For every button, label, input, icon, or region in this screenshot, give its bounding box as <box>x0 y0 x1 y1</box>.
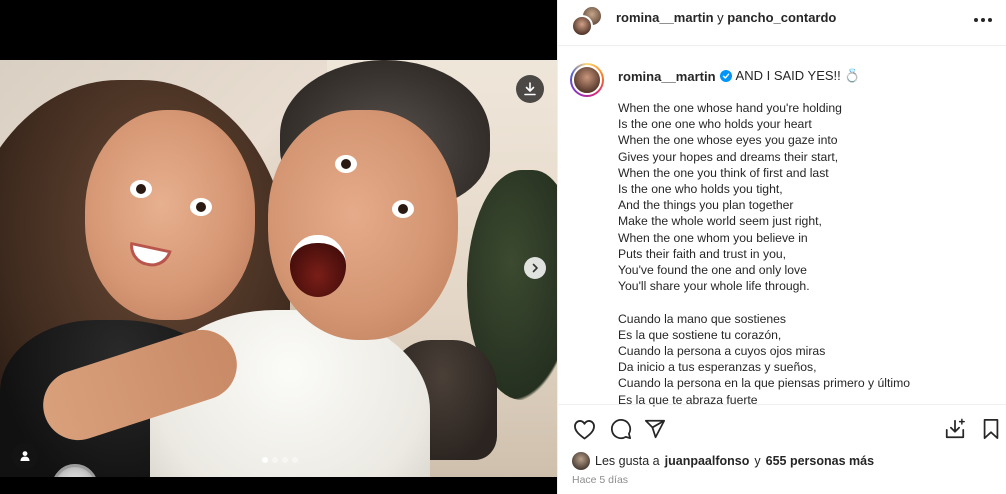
likes-conjunction: y <box>754 454 761 468</box>
caption-line: And the things you plan together <box>618 198 794 213</box>
caption-line: Es la que sostiene tu corazón, <box>618 327 782 342</box>
more-horizontal-icon <box>974 18 978 22</box>
caption-line: When the one you think of first and last <box>618 165 829 180</box>
caption-text: When the one whose hand you're holding Is… <box>618 100 998 408</box>
caption-line: Make the whole world seem just right, <box>618 214 822 229</box>
comment-icon <box>611 419 632 440</box>
author-link[interactable]: pancho_contardo <box>727 10 836 25</box>
carousel-dots <box>262 457 298 463</box>
tagged-users-button[interactable] <box>12 443 38 469</box>
save-button[interactable] <box>979 417 1003 441</box>
caption-line: When the one whom you believe in <box>618 230 808 245</box>
carousel-dot[interactable] <box>262 457 268 463</box>
collab-avatars[interactable] <box>571 5 603 37</box>
carousel-dot[interactable] <box>272 457 278 463</box>
caption-line: Puts their faith and trust in you, <box>618 246 787 261</box>
caption-line: When the one whose hand you're holding <box>618 101 842 115</box>
caption-line: When the one whose eyes you gaze into <box>618 133 838 148</box>
post-media <box>0 0 557 494</box>
chevron-right-icon <box>532 263 538 273</box>
post-authors: romina__martin y pancho_contardo <box>616 10 836 25</box>
caption-header: romina__martin AND I SAID YES!! 💍 <box>618 68 861 84</box>
bookmark-icon <box>983 418 999 440</box>
save-to-collection-button[interactable] <box>943 417 967 441</box>
download-icon <box>524 82 536 96</box>
share-button[interactable] <box>643 417 667 441</box>
caption-line: Gives your hopes and dreams their start, <box>618 149 839 164</box>
caption-line: Cuando la mano que sostienes <box>618 311 787 326</box>
likes-summary: Les gusta a juanpaalfonso y 655 personas… <box>572 452 874 470</box>
like-button[interactable] <box>572 417 596 441</box>
next-slide-button[interactable] <box>524 257 546 279</box>
likes-others[interactable]: 655 personas más <box>766 454 874 468</box>
heart-icon <box>573 419 595 439</box>
action-bar <box>558 404 1006 450</box>
post-photo[interactable] <box>0 60 557 477</box>
avatar <box>571 15 593 37</box>
avatar[interactable] <box>572 452 590 470</box>
caption-line: Cuando la persona en la que piensas prim… <box>618 376 910 391</box>
carousel-dot[interactable] <box>282 457 288 463</box>
liker-username[interactable]: juanpaalfonso <box>665 454 750 468</box>
save-to-collection-icon <box>945 418 965 439</box>
author-link[interactable]: romina__martin <box>616 10 714 25</box>
comment-button[interactable] <box>609 417 633 441</box>
send-icon <box>644 419 666 439</box>
carousel-dot[interactable] <box>292 457 298 463</box>
likes-prefix: Les gusta a <box>595 454 660 468</box>
caption-username[interactable]: romina__martin <box>618 69 716 84</box>
caption-avatar[interactable] <box>570 63 604 97</box>
authors-conjunction: y <box>717 10 724 25</box>
post-sidebar: romina__martin y pancho_contardo romina_… <box>557 0 1006 494</box>
person-icon <box>20 451 30 461</box>
caption-line: You've found the one and only love <box>618 263 807 278</box>
download-button[interactable] <box>516 75 544 103</box>
post-header: romina__martin y pancho_contardo <box>558 0 1006 46</box>
caption-line: Is the one who holds you tight, <box>618 182 783 197</box>
caption-line: You'll share your whole life through. <box>618 279 810 294</box>
caption-line: Da inicio a tus esperanzas y sueños, <box>618 360 817 375</box>
caption-line: Cuando la persona a cuyos ojos miras <box>618 344 826 359</box>
caption-line: Is the one one who holds your heart <box>618 117 812 132</box>
post-timestamp[interactable]: Hace 5 días <box>572 474 628 486</box>
verified-badge-icon <box>719 70 732 82</box>
caption-headline: AND I SAID YES!! 💍 <box>735 68 861 83</box>
more-options-button[interactable] <box>971 10 995 30</box>
